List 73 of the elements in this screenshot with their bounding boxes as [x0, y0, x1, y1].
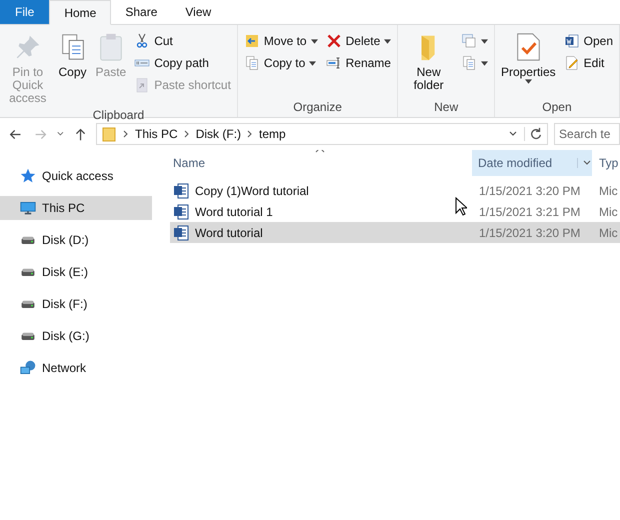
address-bar[interactable]: This PC Disk (F:) temp — [96, 123, 548, 145]
sidebar-item[interactable]: Disk (F:) — [0, 292, 152, 316]
ribbon-tab[interactable]: Share — [111, 0, 172, 24]
breadcrumb[interactable]: Disk (F:) — [196, 127, 242, 141]
file-row[interactable]: Word tutorial 1 1/15/2021 3:21 PM Mic — [170, 201, 620, 222]
shortcut-icon — [134, 77, 150, 93]
sidebar-item[interactable]: Network — [0, 356, 152, 380]
computer-icon — [20, 200, 36, 216]
chevron-right-icon — [184, 129, 190, 139]
caret-icon — [480, 38, 488, 44]
file-name: Word tutorial — [195, 226, 263, 240]
chevron-right-icon — [123, 129, 130, 139]
word-document-icon — [173, 182, 189, 198]
column-header[interactable]: Date modified — [472, 150, 592, 176]
ribbon-button[interactable]: New folder — [401, 29, 456, 94]
search-field[interactable]: Search te — [554, 123, 620, 145]
edit-icon — [564, 55, 580, 71]
word-document-icon — [173, 204, 189, 220]
type-cell-text: Mic — [598, 184, 619, 198]
ribbon-button[interactable]: Move to — [240, 31, 321, 51]
star-icon — [20, 168, 36, 184]
chevron-right-icon — [247, 129, 254, 139]
sidebar-item[interactable]: Quick access — [0, 164, 152, 188]
ribbon-button[interactable]: Cut — [131, 31, 234, 51]
ribbon-tab[interactable]: View — [171, 0, 226, 24]
new-item-icon — [460, 33, 477, 49]
file-name: Copy (1)Word tutorial — [195, 184, 309, 198]
ribbon-tab[interactable]: Home — [49, 0, 112, 25]
folder-icon — [101, 126, 118, 142]
column-header[interactable]: Typ — [592, 150, 620, 176]
group-label: Open — [542, 99, 572, 116]
date-cell-text: 1/15/2021 3:20 PM — [478, 184, 582, 198]
caret-icon — [480, 60, 488, 66]
file-name: Word tutorial 1 — [195, 204, 273, 218]
sidebar-item[interactable]: Disk (E:) — [0, 260, 152, 284]
date-cell-text: 1/15/2021 3:21 PM — [478, 204, 582, 218]
sidebar-item[interactable]: This PC — [0, 196, 152, 220]
file-row[interactable]: Copy (1)Word tutorial 1/15/2021 3:20 PM Mic — [170, 180, 620, 201]
ribbon-button[interactable]: Delete — [322, 31, 394, 51]
caret-icon — [310, 38, 318, 44]
rename-icon — [326, 55, 342, 71]
file-menu-button[interactable]: File — [0, 0, 50, 24]
type-cell-text: Mic — [598, 226, 619, 240]
ribbon-button[interactable]: Copy path — [131, 53, 234, 73]
group-label: Organize — [293, 99, 342, 116]
column-header[interactable]: Name — [170, 150, 472, 176]
ribbon-button[interactable]: Edit — [560, 53, 616, 73]
ribbon-button[interactable]: Copy — [54, 29, 91, 81]
word-document-icon — [173, 224, 189, 240]
file-row[interactable]: Word tutorial 1/15/2021 3:20 PM Mic — [170, 222, 620, 243]
group-label: Clipboard — [92, 107, 144, 123]
ribbon-button[interactable]: Open — [560, 31, 616, 51]
network-icon — [20, 360, 36, 376]
ribbon-button[interactable]: Properties — [498, 29, 559, 86]
date-cell-text: 1/15/2021 3:20 PM — [478, 226, 582, 240]
ribbon-button[interactable]: Copy to — [240, 53, 321, 73]
type-cell-text: Mic — [598, 204, 619, 218]
ribbon-button[interactable]: Rename — [322, 53, 394, 73]
breadcrumb[interactable]: temp — [259, 127, 286, 141]
sidebar-item[interactable]: Disk (D:) — [0, 228, 152, 252]
refresh-icon[interactable] — [524, 127, 544, 141]
sidebar-item[interactable]: Disk (G:) — [0, 324, 152, 348]
caret-icon — [524, 79, 532, 84]
group-label: New — [434, 99, 458, 116]
caret-icon — [384, 38, 392, 44]
delete-icon — [326, 33, 342, 49]
breadcrumb[interactable]: This PC — [135, 127, 178, 141]
caret-icon — [309, 60, 316, 66]
up-arrow-icon[interactable] — [74, 126, 88, 142]
document-icon — [460, 55, 477, 71]
mouse-pointer-icon — [455, 197, 467, 217]
word-icon — [564, 33, 580, 49]
chevron-down-icon[interactable] — [577, 158, 592, 168]
